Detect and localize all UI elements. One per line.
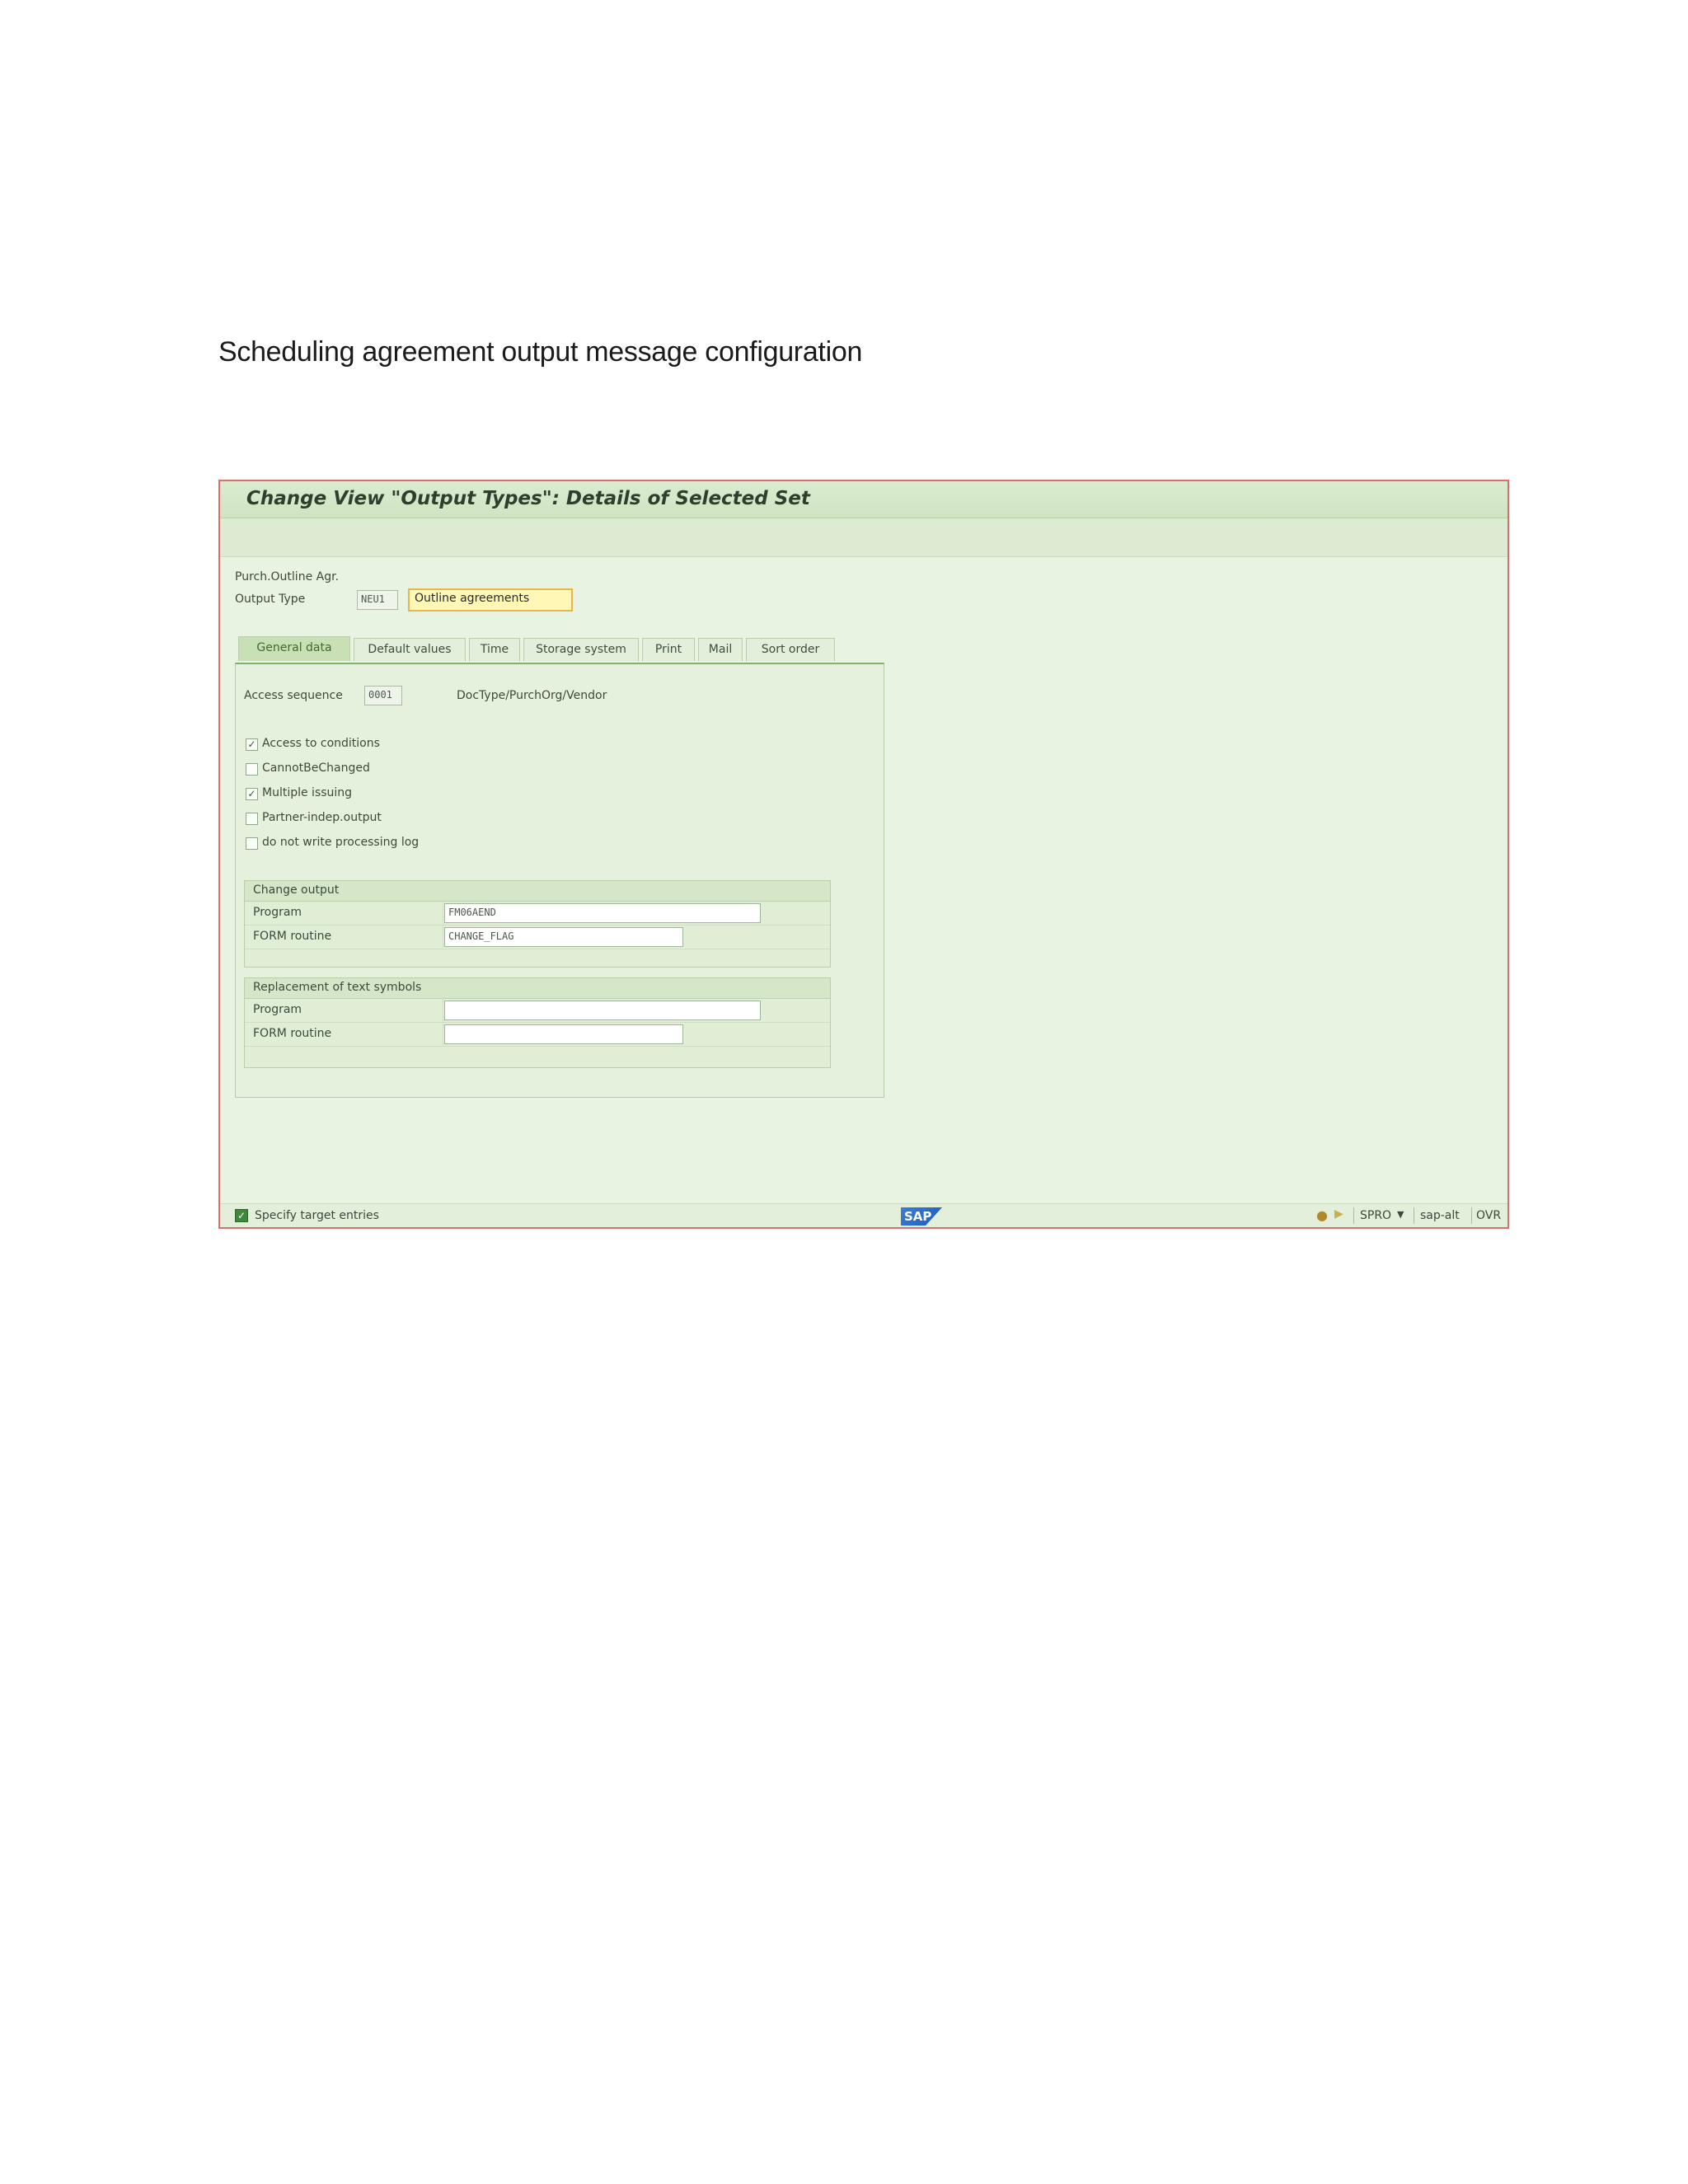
status-message: Specify target entries bbox=[255, 1209, 379, 1222]
document-heading: Scheduling agreement output message conf… bbox=[218, 336, 863, 368]
output-type-label: Output Type bbox=[235, 593, 306, 606]
replacement-form-row: FORM routine bbox=[245, 1023, 830, 1047]
dropdown-icon[interactable]: ▼ bbox=[1397, 1209, 1404, 1220]
change-output-form-row: FORM routine CHANGE_FLAG bbox=[245, 926, 830, 949]
checkbox[interactable] bbox=[246, 837, 258, 850]
change-output-group: Change output Program FM06AEND FORM rout… bbox=[244, 880, 831, 968]
checkbox-label: do not write processing log bbox=[262, 836, 420, 849]
tab-storage-system[interactable]: Storage system bbox=[523, 638, 639, 661]
access-sequence-text: DocType/PurchOrg/Vendor bbox=[457, 689, 607, 702]
output-type-description-field[interactable]: Outline agreements bbox=[408, 588, 573, 612]
replacement-program-row: Program bbox=[245, 999, 830, 1023]
server-name: sap-alt bbox=[1420, 1209, 1460, 1222]
tab-default-values[interactable]: Default values bbox=[354, 638, 466, 661]
access-sequence-field[interactable]: 0001 bbox=[364, 686, 402, 705]
access-sequence-label: Access sequence bbox=[244, 689, 343, 702]
checkbox[interactable] bbox=[246, 813, 258, 825]
tab-time[interactable]: Time bbox=[469, 638, 520, 661]
change-output-program-row: Program FM06AEND bbox=[245, 902, 830, 926]
application-toolbar bbox=[220, 518, 1507, 557]
group-title: Replacement of text symbols bbox=[253, 981, 422, 994]
checkbox-label: Access to conditions bbox=[262, 737, 380, 750]
tab-sort-order[interactable]: Sort order bbox=[746, 638, 835, 661]
program-label: Program bbox=[253, 906, 302, 919]
program-label: Program bbox=[253, 1003, 302, 1016]
lightbulb-icon[interactable]: ● bbox=[1316, 1207, 1328, 1223]
group-header: Change output bbox=[245, 881, 830, 902]
change-output-program-field[interactable]: FM06AEND bbox=[444, 903, 761, 923]
general-data-panel: Access sequence 0001 DocType/PurchOrg/Ve… bbox=[235, 663, 884, 1098]
replacement-program-field[interactable] bbox=[444, 1001, 761, 1020]
tab-general-data[interactable]: General data bbox=[238, 636, 350, 661]
tab-mail[interactable]: Mail bbox=[698, 638, 743, 661]
form-routine-label: FORM routine bbox=[253, 930, 332, 943]
window-title: Change View "Output Types": Details of S… bbox=[246, 488, 810, 509]
output-type-code-field[interactable]: NEU1 bbox=[357, 590, 398, 610]
change-output-form-field[interactable]: CHANGE_FLAG bbox=[444, 927, 683, 947]
checkbox-label: Multiple issuing bbox=[262, 786, 353, 799]
title-bar: Change View "Output Types": Details of S… bbox=[220, 481, 1507, 518]
sap-window: Change View "Output Types": Details of S… bbox=[218, 480, 1509, 1229]
insert-mode[interactable]: OVR bbox=[1476, 1209, 1501, 1222]
sap-logo: SAP bbox=[901, 1207, 942, 1226]
group-header: Replacement of text symbols bbox=[245, 978, 830, 999]
checkbox[interactable] bbox=[246, 763, 258, 776]
replacement-form-field[interactable] bbox=[444, 1024, 683, 1044]
application-label: Purch.Outline Agr. bbox=[235, 570, 340, 583]
success-icon: ✓ bbox=[235, 1209, 248, 1222]
group-title: Change output bbox=[253, 883, 340, 897]
status-bar: ✓ Specify target entries SAP ● ▶ SPRO ▼ … bbox=[220, 1203, 1507, 1227]
tab-print[interactable]: Print bbox=[642, 638, 695, 661]
checkbox-label: Partner-indep.output bbox=[262, 811, 382, 824]
form-routine-label: FORM routine bbox=[253, 1027, 332, 1040]
checkbox-label: CannotBeChanged bbox=[262, 762, 370, 775]
replacement-text-symbols-group: Replacement of text symbols Program FORM… bbox=[244, 977, 831, 1068]
checkbox[interactable]: ✓ bbox=[246, 788, 258, 800]
expand-arrow-icon[interactable]: ▶ bbox=[1334, 1207, 1343, 1221]
transaction-code: SPRO bbox=[1360, 1209, 1392, 1222]
checkbox[interactable]: ✓ bbox=[246, 738, 258, 751]
